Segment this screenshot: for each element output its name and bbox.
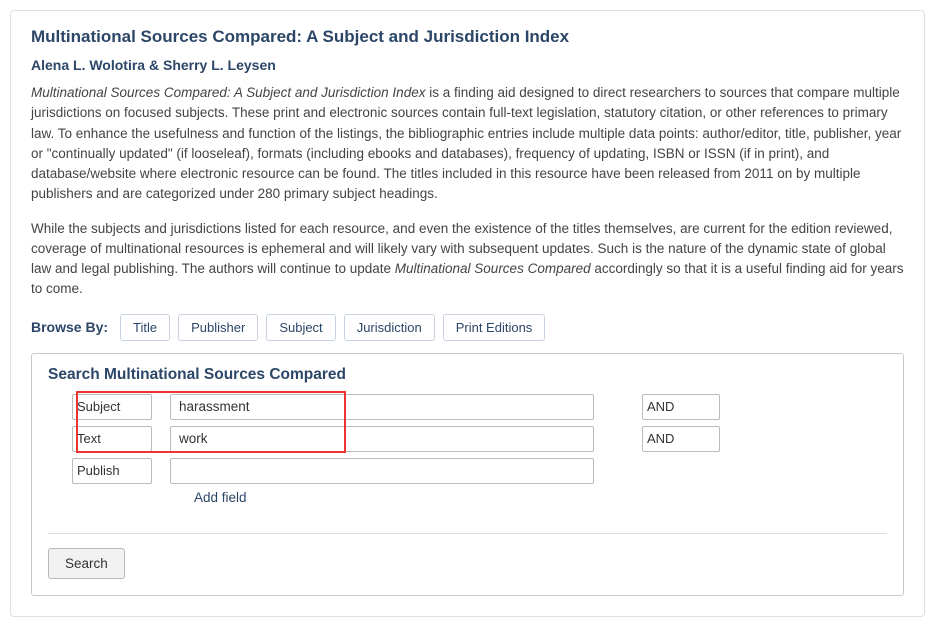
field-select-2[interactable]: Text [72, 426, 152, 452]
description-para-2: While the subjects and jurisdictions lis… [31, 219, 904, 300]
authors: Alena L. Wolotira & Sherry L. Leysen [31, 57, 904, 73]
para2-italic: Multinational Sources Compared [395, 261, 591, 276]
search-rows: Subject AND Text AND Publish Add field [48, 394, 887, 505]
field-select-1[interactable]: Subject [72, 394, 152, 420]
search-card: Search Multinational Sources Compared Su… [31, 353, 904, 596]
browse-title-button[interactable]: Title [120, 314, 170, 341]
para1-italic: Multinational Sources Compared: A Subjec… [31, 85, 425, 100]
search-row-2: Text AND [72, 426, 887, 452]
search-input-1[interactable] [170, 394, 594, 420]
field-select-3[interactable]: Publish [72, 458, 152, 484]
para1-rest: is a finding aid designed to direct rese… [31, 85, 901, 201]
search-input-3[interactable] [170, 458, 594, 484]
page-title: Multinational Sources Compared: A Subjec… [31, 27, 904, 47]
search-row-1: Subject AND [72, 394, 887, 420]
browse-publisher-button[interactable]: Publisher [178, 314, 258, 341]
browse-label: Browse By: [31, 319, 108, 335]
bool-select-2[interactable]: AND [642, 426, 720, 452]
search-title: Search Multinational Sources Compared [48, 366, 887, 384]
divider [48, 533, 887, 534]
browse-jurisdiction-button[interactable]: Jurisdiction [344, 314, 435, 341]
bool-select-1[interactable]: AND [642, 394, 720, 420]
browse-row: Browse By: Title Publisher Subject Juris… [31, 314, 904, 341]
main-card: Multinational Sources Compared: A Subjec… [10, 10, 925, 617]
browse-print-editions-button[interactable]: Print Editions [443, 314, 546, 341]
description-para-1: Multinational Sources Compared: A Subjec… [31, 83, 904, 205]
browse-subject-button[interactable]: Subject [266, 314, 335, 341]
search-button[interactable]: Search [48, 548, 125, 579]
search-row-3: Publish [72, 458, 887, 484]
search-input-2[interactable] [170, 426, 594, 452]
add-field-link[interactable]: Add field [194, 490, 887, 505]
